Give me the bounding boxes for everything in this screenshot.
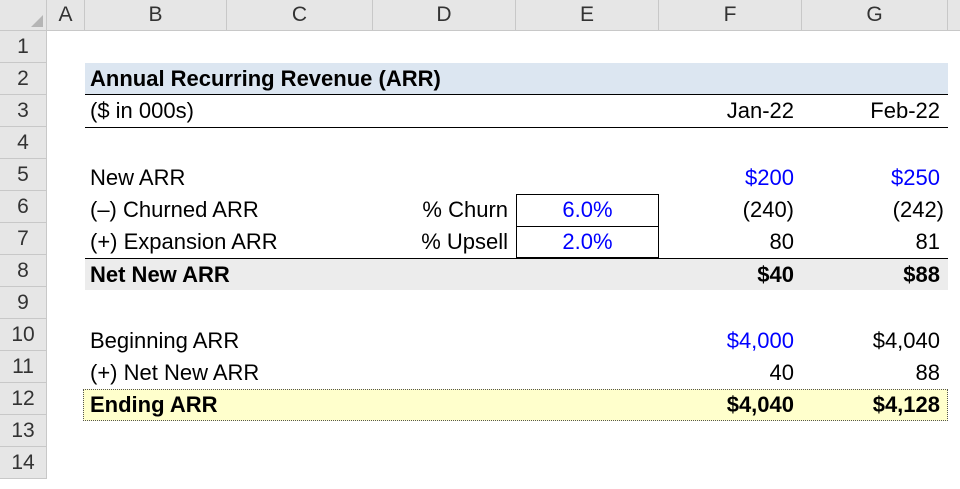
churned-arr-feb[interactable]: (242) [802,194,948,226]
column-header-a[interactable]: A [47,0,85,31]
ending-arr-label[interactable]: Ending ARR [85,389,335,421]
churned-arr-label[interactable]: (–) Churned ARR [85,194,365,226]
churn-rate-label[interactable]: % Churn [373,194,516,226]
expansion-arr-jan[interactable]: 80 [659,226,802,258]
row-header-6[interactable]: 6 [0,191,47,223]
row-header-4[interactable]: 4 [0,127,47,159]
row-header-8[interactable]: 8 [0,255,47,287]
churned-arr-jan[interactable]: (240) [659,194,802,226]
column-header-h[interactable] [948,0,960,31]
period-feb-22[interactable]: Feb-22 [802,95,948,127]
column-header-d[interactable]: D [373,0,516,31]
column-header-c[interactable]: C [227,0,373,31]
ending-arr-jan[interactable]: $4,040 [659,389,802,421]
units-label[interactable]: ($ in 000s) [85,95,285,127]
net-new-arr-link-jan[interactable]: 40 [659,357,802,389]
column-header-g[interactable]: G [802,0,948,31]
upsell-rate-label[interactable]: % Upsell [373,226,516,258]
row-header-3[interactable]: 3 [0,95,47,127]
net-new-arr-label[interactable]: Net New ARR [85,259,335,291]
row-header-2[interactable]: 2 [0,63,47,95]
new-arr-label[interactable]: New ARR [85,162,335,194]
column-header-e[interactable]: E [516,0,659,31]
row-header-9[interactable]: 9 [0,287,47,319]
ending-arr-feb[interactable]: $4,128 [802,389,948,421]
header-bottom-border [85,127,948,128]
row-header-1[interactable]: 1 [0,31,47,63]
select-all-triangle-icon [31,15,43,27]
beginning-arr-label[interactable]: Beginning ARR [85,325,335,357]
new-arr-jan[interactable]: $200 [659,162,802,194]
sheet-title[interactable]: Annual Recurring Revenue (ARR) [85,63,585,95]
expansion-arr-feb[interactable]: 81 [802,226,948,258]
row-header-11[interactable]: 11 [0,351,47,383]
period-jan-22[interactable]: Jan-22 [659,95,802,127]
churn-rate-input[interactable]: 6.0% [516,194,659,226]
new-arr-feb[interactable]: $250 [802,162,948,194]
row-header-10[interactable]: 10 [0,319,47,351]
column-header-b[interactable]: B [85,0,227,31]
column-header-f[interactable]: F [659,0,802,31]
beginning-arr-jan[interactable]: $4,000 [659,325,802,357]
net-new-arr-jan[interactable]: $40 [659,259,802,291]
net-new-arr-link-feb[interactable]: 88 [802,357,948,389]
net-new-arr-link-label[interactable]: (+) Net New ARR [85,357,335,389]
row-header-14[interactable]: 14 [0,447,47,479]
row-header-5[interactable]: 5 [0,159,47,191]
select-all-corner[interactable] [0,0,47,31]
row-header-13[interactable]: 13 [0,415,47,447]
beginning-arr-feb[interactable]: $4,040 [802,325,948,357]
row-header-7[interactable]: 7 [0,223,47,255]
row-header-12[interactable]: 12 [0,383,47,415]
net-new-arr-feb[interactable]: $88 [802,259,948,291]
expansion-arr-label[interactable]: (+) Expansion ARR [85,226,365,258]
upsell-rate-input[interactable]: 2.0% [516,226,659,258]
